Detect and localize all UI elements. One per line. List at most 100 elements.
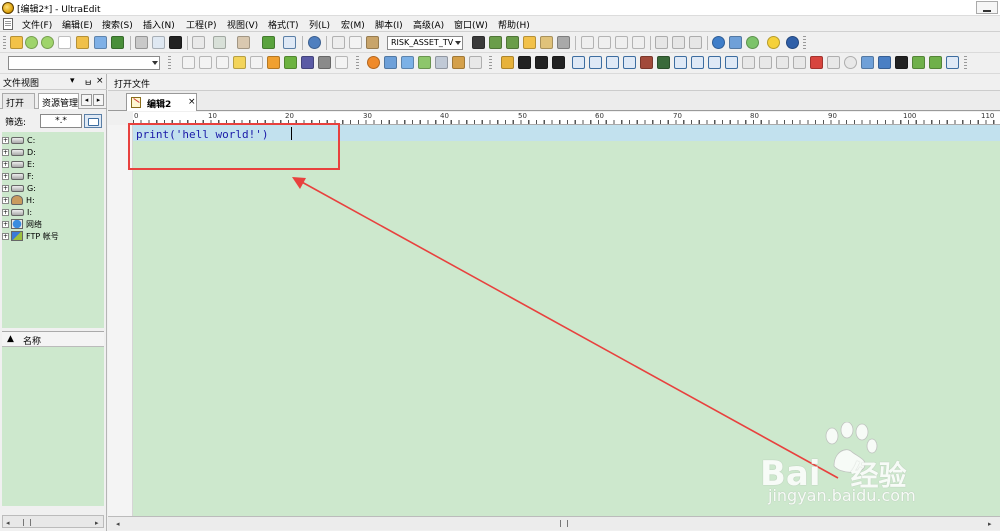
tab-close-button[interactable]: ×: [188, 97, 196, 107]
find-next-icon[interactable]: [489, 36, 502, 49]
scroll-right-icon[interactable]: ▸: [988, 520, 992, 528]
tree-item-drive-h[interactable]: + H:: [2, 194, 35, 206]
link-icon[interactable]: [912, 56, 925, 69]
tab-scroll-left-icon[interactable]: ◂: [81, 94, 92, 106]
tree-item-drive-f[interactable]: + F:: [2, 170, 34, 182]
dictionary-icon[interactable]: [233, 56, 246, 69]
magic-wand-icon[interactable]: [452, 56, 465, 69]
toolbar-grip[interactable]: [489, 56, 492, 70]
break-icon[interactable]: [606, 56, 619, 69]
toggle-icon[interactable]: [213, 36, 226, 49]
select-icon[interactable]: [793, 56, 806, 69]
image-map-icon[interactable]: [878, 56, 891, 69]
left-panel-scrollbar[interactable]: ◂ ▸: [2, 515, 104, 528]
textarea-icon[interactable]: [776, 56, 789, 69]
column-mode-icon[interactable]: [262, 36, 275, 49]
italic-icon[interactable]: [535, 56, 548, 69]
function-list-icon[interactable]: [435, 56, 448, 69]
span-icon[interactable]: [725, 56, 738, 69]
print-icon[interactable]: [135, 36, 148, 49]
column-header-name[interactable]: 名称: [23, 334, 41, 347]
print-preview-icon[interactable]: [152, 36, 165, 49]
find-prev-icon[interactable]: [506, 36, 519, 49]
button-icon[interactable]: [810, 56, 823, 69]
document-icon[interactable]: [3, 18, 13, 30]
comment-icon[interactable]: [946, 56, 959, 69]
line-gutter[interactable]: [108, 125, 133, 516]
minimize-button[interactable]: [976, 1, 998, 14]
tree-item-network[interactable]: + 网络: [2, 218, 42, 230]
save-all-icon[interactable]: [111, 36, 124, 49]
scroll-left-icon[interactable]: ◂: [116, 520, 120, 528]
checkbox-icon[interactable]: [827, 56, 840, 69]
paste-icon[interactable]: [366, 36, 379, 49]
menu-format[interactable]: 格式(T): [268, 18, 299, 31]
tree-item-drive-g[interactable]: + G:: [2, 182, 36, 194]
filter-input[interactable]: *.*: [40, 114, 82, 128]
back-arrow-icon[interactable]: [25, 36, 38, 49]
list-icon[interactable]: [674, 56, 687, 69]
align-center-icon[interactable]: [598, 36, 611, 49]
menu-advanced[interactable]: 高级(A): [413, 18, 444, 31]
expand-icon[interactable]: +: [2, 172, 9, 180]
toolbar-grip[interactable]: [168, 56, 171, 70]
ordered-list-icon[interactable]: [691, 56, 704, 69]
menu-macro[interactable]: 宏(M): [341, 18, 365, 31]
radio-icon[interactable]: [844, 56, 857, 69]
php-search-icon[interactable]: [267, 56, 280, 69]
expand-icon[interactable]: +: [2, 160, 9, 168]
align-right-icon[interactable]: [615, 36, 628, 49]
tab-scroll-right-icon[interactable]: ▸: [93, 94, 104, 106]
toolbar-grip[interactable]: [356, 56, 359, 70]
panel-menu-button[interactable]: ▾: [70, 76, 75, 86]
scroll-thumb[interactable]: [23, 519, 31, 526]
expand-icon[interactable]: +: [2, 184, 9, 192]
find-combo[interactable]: [8, 56, 160, 70]
html-toolbar-icon[interactable]: [367, 56, 380, 69]
globe-icon[interactable]: [712, 36, 725, 49]
menu-help[interactable]: 帮助(H): [498, 18, 530, 31]
justify-icon[interactable]: [632, 36, 645, 49]
div-icon[interactable]: [708, 56, 721, 69]
toolbar-grip[interactable]: [3, 36, 6, 50]
filter-folder-button[interactable]: [84, 114, 102, 128]
expand-icon[interactable]: +: [2, 232, 9, 240]
email-link-icon[interactable]: [929, 56, 942, 69]
save-icon[interactable]: [94, 36, 107, 49]
ftp-icon[interactable]: [729, 36, 742, 49]
expand-icon[interactable]: +: [2, 148, 9, 156]
menu-column[interactable]: 列(L): [309, 18, 330, 31]
menu-script[interactable]: 脚本(I): [375, 18, 403, 31]
color-picker-icon[interactable]: [640, 56, 653, 69]
insert-page-icon[interactable]: [469, 56, 482, 69]
search-more-icon[interactable]: [335, 56, 348, 69]
tree-item-drive-e[interactable]: + E:: [2, 158, 35, 170]
tree-item-drive-i[interactable]: + I:: [2, 206, 32, 218]
forward-arrow-icon[interactable]: [41, 36, 54, 49]
open-folder-icon[interactable]: [10, 36, 23, 49]
cut-icon[interactable]: [332, 36, 345, 49]
sort-ascending-icon[interactable]: ▲: [7, 334, 14, 344]
align-left-icon[interactable]: [581, 36, 594, 49]
form-icon[interactable]: [742, 56, 755, 69]
menu-insert[interactable]: 插入(N): [143, 18, 175, 31]
window-cascade-icon[interactable]: [655, 36, 668, 49]
insert-file-icon[interactable]: [384, 56, 397, 69]
toolbar-overflow-grip[interactable]: [803, 36, 806, 50]
menu-view[interactable]: 视图(V): [227, 18, 258, 31]
compare-icon[interactable]: [401, 56, 414, 69]
toolbar-overflow-grip[interactable]: [964, 56, 967, 70]
yahoo-search-icon[interactable]: [199, 56, 212, 69]
window-tile-icon[interactable]: [672, 36, 685, 49]
panel-close-button[interactable]: ×: [96, 76, 104, 86]
scroll-thumb[interactable]: [560, 520, 568, 527]
configuration-combo[interactable]: RISK_ASSET_TV: [387, 36, 463, 50]
word-wrap-icon[interactable]: [192, 36, 205, 49]
search-web-icon[interactable]: [318, 56, 331, 69]
menu-edit[interactable]: 编辑(E): [62, 18, 93, 31]
replace-icon[interactable]: [523, 36, 536, 49]
font-icon[interactable]: [169, 36, 182, 49]
refresh-icon[interactable]: [746, 36, 759, 49]
table-icon[interactable]: [657, 56, 670, 69]
menu-window[interactable]: 窗口(W): [454, 18, 488, 31]
